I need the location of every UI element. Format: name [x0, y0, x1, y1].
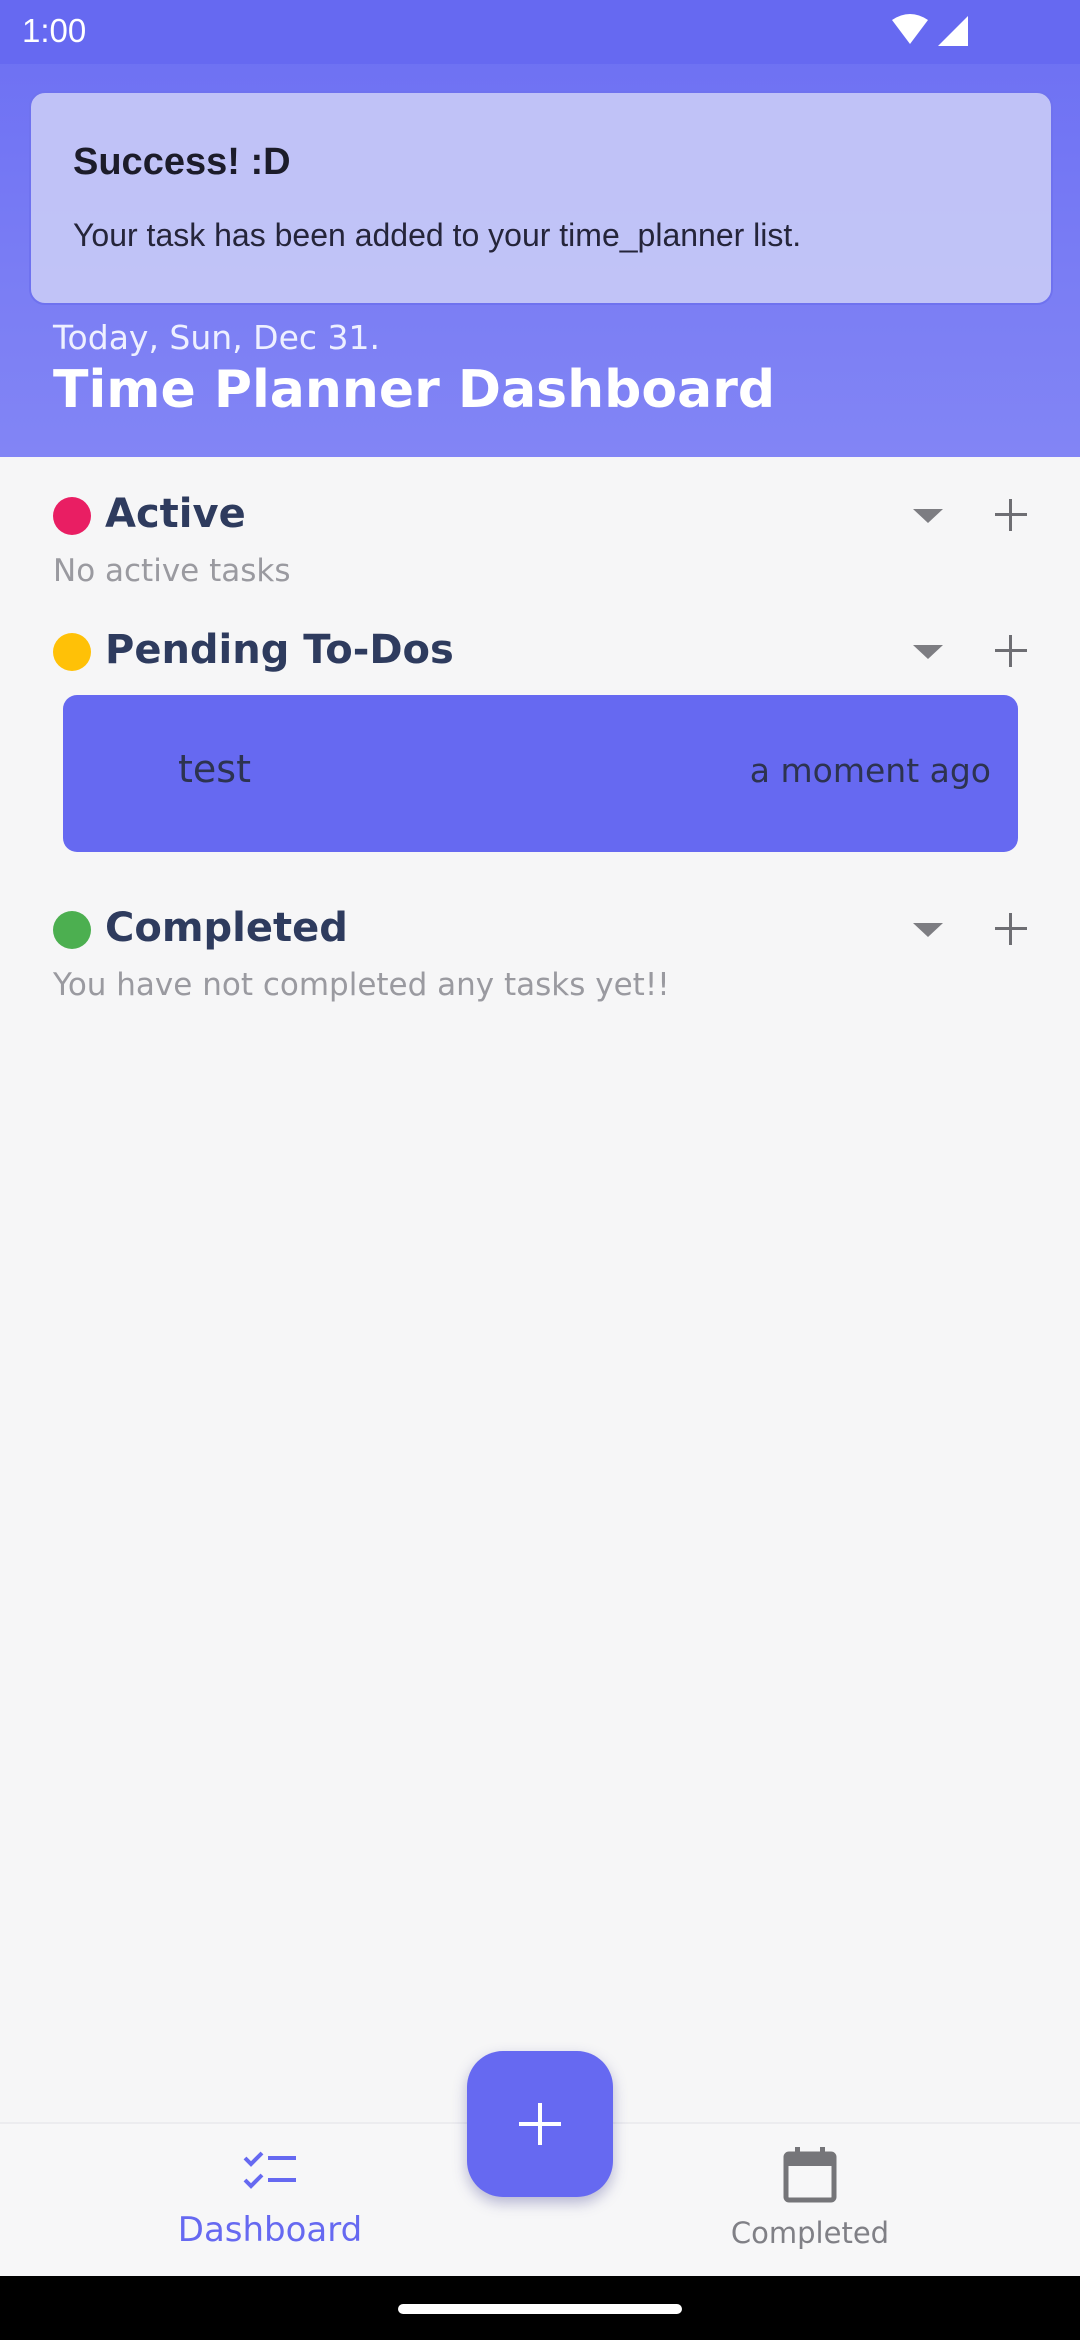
- expand-pending-icon[interactable]: [913, 645, 943, 659]
- task-card[interactable]: test a moment ago: [63, 695, 1018, 852]
- section-completed: Completed: [53, 901, 1033, 957]
- nav-dashboard[interactable]: Dashboard: [0, 2124, 540, 2278]
- add-active-button[interactable]: [983, 487, 1039, 543]
- home-handle[interactable]: [398, 2304, 682, 2314]
- calendar-icon: [783, 2147, 837, 2203]
- page-title: Time Planner Dashboard: [53, 360, 776, 420]
- toast-title: Success! :D: [73, 141, 291, 183]
- nav-completed-label: Completed: [730, 2216, 890, 2250]
- section-title-active: Active: [105, 491, 246, 537]
- status-time: 1:00: [22, 12, 87, 49]
- completed-status-dot: [53, 911, 91, 949]
- completed-empty-text: You have not completed any tasks yet!!: [53, 967, 670, 1003]
- add-pending-button[interactable]: [983, 623, 1039, 679]
- wifi-icon: [892, 14, 928, 44]
- nav-dashboard-label: Dashboard: [177, 2210, 363, 2250]
- success-toast[interactable]: Success! :D Your task has been added to …: [29, 91, 1053, 305]
- toast-message: Your task has been added to your time_pl…: [73, 217, 802, 253]
- nav-completed[interactable]: Completed: [540, 2124, 1080, 2278]
- pending-status-dot: [53, 633, 91, 671]
- task-name: test: [178, 747, 251, 791]
- section-title-completed: Completed: [105, 905, 348, 951]
- active-status-dot: [53, 497, 91, 535]
- gesture-bar: [0, 2276, 1080, 2340]
- status-icons: [890, 14, 970, 48]
- status-bar: 1:00: [0, 0, 1080, 64]
- checklist-icon: [243, 2151, 296, 2189]
- expand-completed-icon[interactable]: [913, 923, 943, 937]
- expand-active-icon[interactable]: [913, 509, 943, 523]
- add-task-fab[interactable]: [467, 2051, 613, 2197]
- signal-icon: [938, 16, 968, 46]
- active-empty-text: No active tasks: [53, 553, 291, 589]
- section-title-pending: Pending To-Dos: [105, 627, 454, 673]
- add-completed-button[interactable]: [983, 901, 1039, 957]
- section-active: Active: [53, 487, 1033, 543]
- task-time: a moment ago: [749, 751, 991, 790]
- date-label: Today, Sun, Dec 31.: [53, 318, 381, 357]
- section-pending: Pending To-Dos: [53, 623, 1033, 679]
